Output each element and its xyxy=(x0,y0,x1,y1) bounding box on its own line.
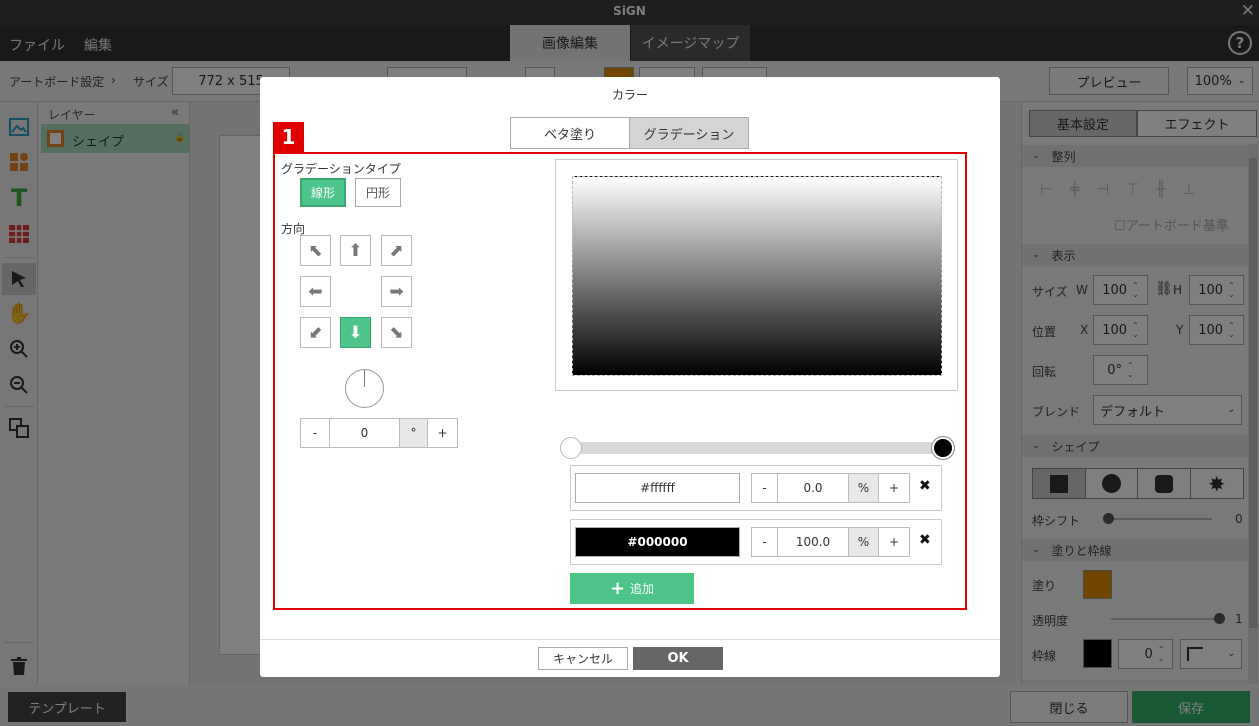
stop-position-input[interactable]: 0.0 xyxy=(777,473,849,503)
stop-position-input[interactable]: 100.0 xyxy=(777,527,849,557)
ok-button[interactable]: OK xyxy=(633,647,723,670)
gradient-preview xyxy=(572,176,942,376)
stop-minus-button[interactable]: - xyxy=(751,473,778,503)
gradient-preview-frame xyxy=(555,159,958,391)
gradient-stop-row: #000000 - 100.0 % + ✖ xyxy=(570,519,942,565)
annotation-badge: 1 xyxy=(273,122,304,152)
direction-up-button[interactable]: ⬆ xyxy=(340,235,371,266)
stop-unit: % xyxy=(848,527,879,557)
stop-plus-button[interactable]: + xyxy=(878,473,910,503)
gradient-stop-track[interactable] xyxy=(571,442,943,454)
stop-color-input[interactable]: #ffffff xyxy=(575,473,740,503)
stop-color-input[interactable]: #000000 xyxy=(575,527,740,557)
direction-right-button[interactable]: ➡ xyxy=(381,276,412,307)
add-stop-button[interactable]: + 追加 xyxy=(570,573,694,604)
angle-dial[interactable] xyxy=(345,369,384,408)
cancel-button[interactable]: キャンセル xyxy=(538,647,628,670)
direction-down-right-button[interactable]: ⬊ xyxy=(381,317,412,348)
angle-minus-button[interactable]: - xyxy=(300,418,330,448)
stop-unit: % xyxy=(848,473,879,503)
gradient-stop-handle[interactable] xyxy=(932,437,954,459)
tab-solid-fill[interactable]: ベタ塗り xyxy=(510,117,630,149)
stop-minus-button[interactable]: - xyxy=(751,527,778,557)
plus-icon: + xyxy=(609,578,626,599)
angle-plus-button[interactable]: + xyxy=(427,418,458,448)
divider xyxy=(260,639,1000,640)
direction-down-left-button[interactable]: ⬋ xyxy=(300,317,331,348)
remove-stop-icon[interactable]: ✖ xyxy=(919,478,931,494)
direction-up-left-button[interactable]: ⬉ xyxy=(300,235,331,266)
angle-unit: ° xyxy=(399,418,428,448)
angle-input[interactable]: 0 xyxy=(329,418,400,448)
radial-type-button[interactable]: 円形 xyxy=(355,178,401,207)
gradient-stop-handle[interactable] xyxy=(560,437,582,459)
linear-type-button[interactable]: 線形 xyxy=(300,178,346,207)
tab-gradient[interactable]: グラデーション xyxy=(629,117,749,149)
direction-down-button[interactable]: ⬇ xyxy=(340,317,371,348)
direction-up-right-button[interactable]: ⬈ xyxy=(381,235,412,266)
gradient-stop-row: #ffffff - 0.0 % + ✖ xyxy=(570,465,942,511)
angle-dial-needle xyxy=(364,370,365,387)
dialog-title: カラー xyxy=(611,88,648,102)
color-dialog: カラー ベタ塗り グラデーション 1 グラデーションタイプ 線形 円形 方向 ⬉… xyxy=(260,77,1000,677)
direction-left-button[interactable]: ⬅ xyxy=(300,276,331,307)
remove-stop-icon[interactable]: ✖ xyxy=(919,532,931,548)
gradient-type-label: グラデーションタイプ xyxy=(281,162,401,176)
stop-plus-button[interactable]: + xyxy=(878,527,910,557)
